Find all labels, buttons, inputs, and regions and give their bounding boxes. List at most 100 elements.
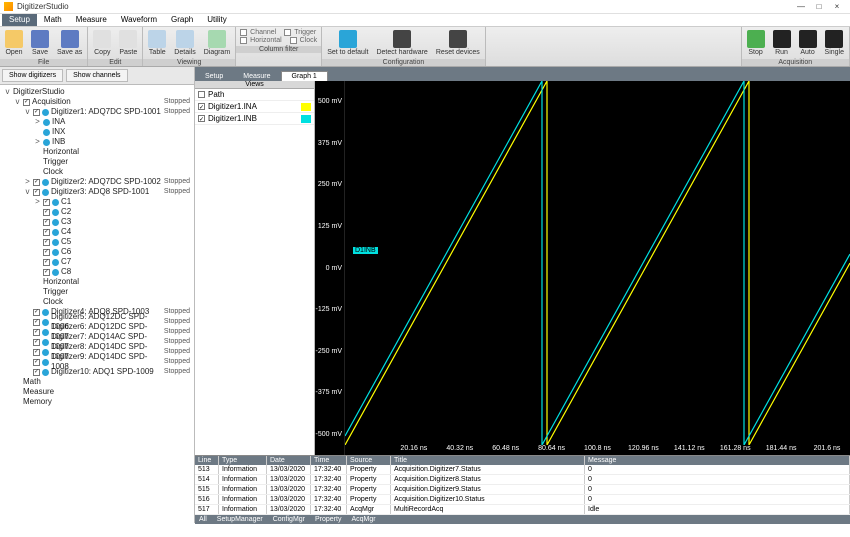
checkbox-icon[interactable]: ✓ — [198, 115, 205, 122]
log-row[interactable]: 515Information13/03/202017:32:40Property… — [195, 485, 850, 495]
table-button[interactable]: Table — [145, 30, 169, 56]
checkbox-icon[interactable]: ✓ — [33, 359, 40, 366]
tree-row[interactable]: Measure — [4, 387, 192, 397]
menu-utility[interactable]: Utility — [200, 14, 234, 26]
tree-row[interactable]: Clock — [4, 297, 192, 307]
detect-hardware-button[interactable]: Detect hardware — [373, 30, 430, 56]
view-row[interactable]: ✓Digitizer1.INB — [195, 113, 314, 125]
log-col-title[interactable]: Title — [391, 456, 585, 465]
set-to-default-button[interactable]: Set to default — [324, 30, 371, 56]
checkbox-icon[interactable]: ✓ — [43, 239, 50, 246]
checkbox-icon[interactable]: ✓ — [43, 209, 50, 216]
single-button[interactable]: Single — [822, 30, 847, 56]
tree-row[interactable]: >✓Digitizer2: ADQ7DC SPD-1002Stopped — [4, 177, 192, 187]
view-row[interactable]: ✓Digitizer1.INA — [195, 101, 314, 113]
log-filter-setupmanager[interactable]: SetupManager — [217, 516, 263, 523]
tree-row[interactable]: Horizontal — [4, 277, 192, 287]
checkbox-icon[interactable]: ✓ — [43, 219, 50, 226]
checkbox-icon[interactable]: ✓ — [33, 109, 40, 116]
details-button[interactable]: Details — [171, 30, 198, 56]
log-col-time[interactable]: Time — [311, 456, 347, 465]
tree-row[interactable]: ✓Digitizer10: ADQ1 SPD-1009Stopped — [4, 367, 192, 377]
plot-tab-graph-1[interactable]: Graph 1 — [281, 71, 328, 81]
tree-row[interactable]: Trigger — [4, 157, 192, 167]
log-col-date[interactable]: Date — [267, 456, 311, 465]
tree-row[interactable]: ✓C6 — [4, 247, 192, 257]
maximize-button[interactable]: □ — [810, 2, 828, 11]
checkbox-icon[interactable]: ✓ — [33, 369, 40, 376]
stop-button[interactable]: Stop — [744, 30, 768, 56]
checkbox-icon[interactable]: ✓ — [33, 179, 40, 186]
tree-row[interactable]: >✓C1 — [4, 197, 192, 207]
diagram-button[interactable]: Diagram — [201, 30, 233, 56]
log-filter-all[interactable]: All — [199, 516, 207, 523]
checkbox-icon[interactable]: ✓ — [198, 103, 205, 110]
tree-row[interactable]: ✓Digitizer9: ADQ14DC SPD-1008Stopped — [4, 357, 192, 367]
tree-row[interactable]: v✓AcquisitionStopped — [4, 97, 192, 107]
tree-row[interactable]: Trigger — [4, 287, 192, 297]
tree-row[interactable]: v✓Digitizer1: ADQ7DC SPD-1001Stopped — [4, 107, 192, 117]
menu-waveform[interactable]: Waveform — [114, 14, 164, 26]
tree-row[interactable]: ✓C7 — [4, 257, 192, 267]
tree-row[interactable]: vDigitizerStudio — [4, 87, 192, 97]
tree-row[interactable]: ✓C5 — [4, 237, 192, 247]
checkbox-icon[interactable]: ✓ — [33, 349, 40, 356]
reset-devices-button[interactable]: Reset devices — [433, 30, 483, 56]
checkbox-icon[interactable]: ✓ — [43, 269, 50, 276]
menu-graph[interactable]: Graph — [164, 14, 200, 26]
tree-row[interactable]: >INB — [4, 137, 192, 147]
filter-horizontal[interactable]: Horizontal — [240, 37, 282, 44]
filter-trigger[interactable]: Trigger — [284, 29, 316, 36]
tree-row[interactable]: ✓C3 — [4, 217, 192, 227]
checkbox-icon[interactable]: ✓ — [33, 339, 40, 346]
log-col-message[interactable]: Message — [585, 456, 850, 465]
tab-show-digitizers[interactable]: Show digitizers — [2, 69, 63, 82]
chart-area[interactable]: D1INB 20.16 ns40.32 ns60.48 ns80.64 ns10… — [345, 81, 850, 455]
filter-channel[interactable]: Channel — [240, 29, 276, 36]
checkbox-icon[interactable]: ✓ — [43, 229, 50, 236]
checkbox-icon[interactable]: ✓ — [43, 259, 50, 266]
tree-row[interactable]: Math — [4, 377, 192, 387]
tree-row[interactable]: Memory — [4, 397, 192, 407]
tree-row[interactable]: Clock — [4, 167, 192, 177]
log-filter-property[interactable]: Property — [315, 516, 341, 523]
tree-row[interactable]: ✓C2 — [4, 207, 192, 217]
menu-setup[interactable]: Setup — [2, 14, 37, 26]
open-button[interactable]: Open — [2, 30, 26, 56]
checkbox-icon[interactable]: ✓ — [43, 199, 50, 206]
menu-measure[interactable]: Measure — [69, 14, 114, 26]
save-as-button[interactable]: Save as — [54, 30, 85, 56]
log-col-type[interactable]: Type — [219, 456, 267, 465]
tree-row[interactable]: ✓C4 — [4, 227, 192, 237]
tree-row[interactable]: ✓C8 — [4, 267, 192, 277]
log-col-source[interactable]: Source — [347, 456, 391, 465]
tab-show-channels[interactable]: Show channels — [66, 69, 127, 82]
checkbox-icon[interactable]: ✓ — [33, 329, 40, 336]
tree-row[interactable]: INX — [4, 127, 192, 137]
tree-row[interactable]: >INA — [4, 117, 192, 127]
log-row[interactable]: 514Information13/03/202017:32:40Property… — [195, 475, 850, 485]
log-filter-configmgr[interactable]: ConfigMgr — [273, 516, 305, 523]
save-button[interactable]: Save — [28, 30, 52, 56]
checkbox-icon[interactable]: ✓ — [33, 309, 40, 316]
log-col-line[interactable]: Line — [195, 456, 219, 465]
checkbox-icon[interactable]: ✓ — [33, 319, 40, 326]
plot-tab-setup[interactable]: Setup — [195, 72, 233, 81]
tree-row[interactable]: v✓Digitizer3: ADQ8 SPD-1001Stopped — [4, 187, 192, 197]
log-row[interactable]: 517Information13/03/202017:32:40AcqMgrMu… — [195, 505, 850, 515]
log-row[interactable]: 513Information13/03/202017:32:40Property… — [195, 465, 850, 475]
checkbox-icon[interactable]: ✓ — [23, 99, 30, 106]
plot-tab-measure[interactable]: Measure — [233, 72, 280, 81]
filter-clock[interactable]: Clock — [290, 37, 318, 44]
auto-button[interactable]: Auto — [796, 30, 820, 56]
checkbox-icon[interactable]: ✓ — [33, 189, 40, 196]
menu-math[interactable]: Math — [37, 14, 69, 26]
copy-button[interactable]: Copy — [90, 30, 114, 56]
checkbox-icon[interactable]: ✓ — [43, 249, 50, 256]
log-row[interactable]: 516Information13/03/202017:32:40Property… — [195, 495, 850, 505]
close-button[interactable]: × — [828, 2, 846, 11]
minimize-button[interactable]: — — [792, 2, 810, 11]
tree-row[interactable]: Horizontal — [4, 147, 192, 157]
log-filter-acqmgr[interactable]: AcqMgr — [351, 516, 375, 523]
paste-button[interactable]: Paste — [116, 30, 140, 56]
